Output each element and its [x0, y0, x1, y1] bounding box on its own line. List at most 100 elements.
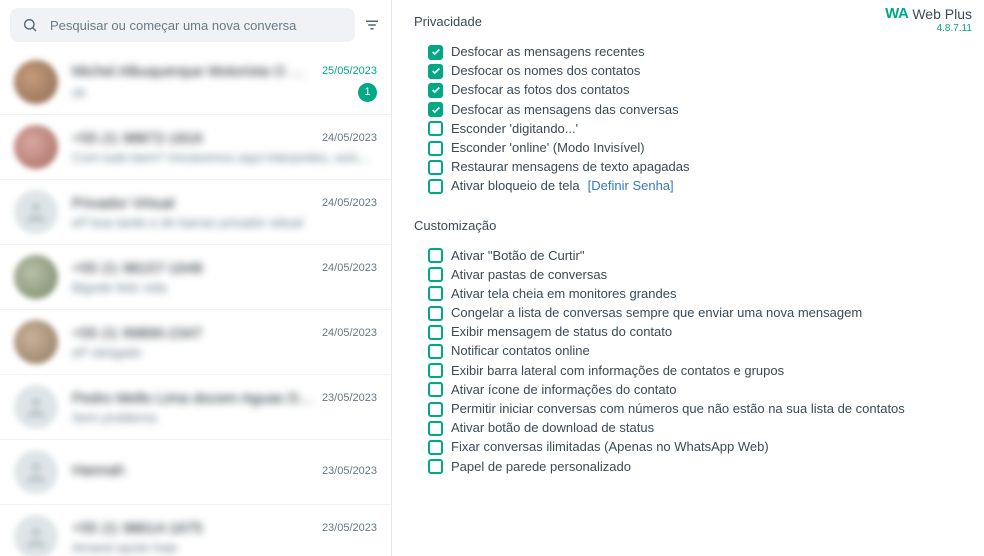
- option-label: Esconder 'online' (Modo Invisível): [451, 139, 645, 157]
- custom-option: Ativar botão de download de status: [428, 419, 962, 437]
- chat-name: Pedro Mello Lima docem Aguas Do Rio: [72, 390, 314, 407]
- chat-name: Privador Virtual: [72, 195, 174, 212]
- custom-option: Permitir iniciar conversas com números q…: [428, 400, 962, 418]
- privacy-title: Privacidade: [414, 14, 962, 29]
- checkbox[interactable]: [428, 83, 443, 98]
- search-box[interactable]: [10, 8, 355, 42]
- option-label: Notificar contatos online: [451, 342, 590, 360]
- option-label: Congelar a lista de conversas sempre que…: [451, 304, 862, 322]
- checkbox[interactable]: [428, 179, 443, 194]
- checkbox[interactable]: [428, 102, 443, 117]
- chat-body: +55 21 98872-1816 24/05/2023 Com tudo bem?…: [72, 130, 377, 165]
- privacy-option: Desfocar as mensagens recentes: [428, 43, 962, 61]
- option-label: Ativar "Botão de Curtir": [451, 247, 585, 265]
- checkbox[interactable]: [428, 363, 443, 378]
- chat-item[interactable]: +55 21 98157-164824/05/2023Bigode feliz …: [0, 245, 391, 310]
- chat-date: 23/05/2023: [322, 465, 377, 477]
- checkbox[interactable]: [428, 344, 443, 359]
- option-label: Fixar conversas ilimitadas (Apenas no Wh…: [451, 438, 769, 456]
- chat-date: 25/05/2023: [322, 65, 377, 77]
- checkbox[interactable]: [428, 160, 443, 175]
- avatar: [14, 450, 58, 494]
- chat-item[interactable]: +55 21 98614-167523/05/2023Amand apoIe h…: [0, 505, 391, 556]
- chat-name: Michel Albuquerque Motorista O Globo: [72, 63, 314, 80]
- checkbox[interactable]: [428, 325, 443, 340]
- privacy-option: Restaurar mensagens de texto apagadas: [428, 158, 962, 176]
- chat-body: +55 21 98614-167523/05/2023Amand apoIe h…: [72, 520, 377, 555]
- checkbox[interactable]: [428, 64, 443, 79]
- custom-option: Papel de parede personalizado: [428, 458, 962, 476]
- custom-title: Customização: [414, 218, 962, 233]
- search-row: [0, 0, 391, 50]
- chat-name: +55 21 98872-1816: [72, 130, 203, 147]
- checkbox[interactable]: [428, 286, 443, 301]
- filter-icon[interactable]: [363, 16, 381, 34]
- custom-option: Ativar pastas de conversas: [428, 266, 962, 284]
- chat-body: Privador Virtual 24/05/2023 eP boa tarde e…: [72, 195, 377, 230]
- chat-item[interactable]: Pedro Mello Lima docem Aguas Do Rio 23/05…: [0, 375, 391, 440]
- chat-message: eP boa tarde e de barras privador witual: [72, 215, 303, 230]
- privacy-option: Desfocar as mensagens das conversas: [428, 101, 962, 119]
- privacy-option: Esconder 'online' (Modo Invisível): [428, 139, 962, 157]
- chat-date: 24/05/2023: [322, 327, 377, 339]
- checkbox[interactable]: [428, 306, 443, 321]
- option-link[interactable]: [Definir Senha]: [588, 177, 674, 195]
- chat-item[interactable]: Michel Albuquerque Motorista O Globo 25/0…: [0, 50, 391, 115]
- chat-date: 23/05/2023: [322, 392, 377, 404]
- chat-message: Bigode feliz vida: [72, 280, 167, 295]
- option-label: Ativar tela cheia em monitores grandes: [451, 285, 676, 303]
- chat-message: Sem problema: [72, 410, 157, 425]
- chat-date: 24/05/2023: [322, 132, 377, 144]
- custom-option: Fixar conversas ilimitadas (Apenas no Wh…: [428, 438, 962, 456]
- checkbox[interactable]: [428, 141, 443, 156]
- option-label: Desfocar as mensagens recentes: [451, 43, 645, 61]
- custom-option: Exibir mensagem de status do contato: [428, 323, 962, 341]
- chat-date: 24/05/2023: [322, 197, 377, 209]
- checkbox[interactable]: [428, 121, 443, 136]
- chat-message: Com tudo bem? Iniciaremos aqui interpret…: [72, 150, 377, 165]
- avatar: [14, 125, 58, 169]
- chat-body: Michel Albuquerque Motorista O Globo 25/0…: [72, 63, 377, 102]
- chat-body: Hannah23/05/2023: [72, 462, 377, 482]
- privacy-option: Ativar bloqueio de tela [Definir Senha]: [428, 177, 962, 195]
- chat-list: Michel Albuquerque Motorista O Globo 25/0…: [0, 50, 391, 556]
- avatar: [14, 515, 58, 556]
- checkbox[interactable]: [428, 267, 443, 282]
- custom-option: Exibir barra lateral com informações de …: [428, 362, 962, 380]
- privacy-option: Desfocar as fotos dos contatos: [428, 81, 962, 99]
- chat-item[interactable]: +55 21 98872-1816 24/05/2023 Com tudo bem?…: [0, 115, 391, 180]
- chat-item[interactable]: +55 21 99890-234724/05/2023eP obrigado: [0, 310, 391, 375]
- checkbox[interactable]: [428, 421, 443, 436]
- avatar: [14, 320, 58, 364]
- unread-badge: 1: [358, 83, 377, 102]
- avatar: [14, 255, 58, 299]
- checkbox[interactable]: [428, 459, 443, 474]
- checkbox[interactable]: [428, 402, 443, 417]
- custom-option: Ativar ícone de informações do contato: [428, 381, 962, 399]
- option-label: Ativar botão de download de status: [451, 419, 654, 437]
- checkbox[interactable]: [428, 45, 443, 60]
- checkbox[interactable]: [428, 248, 443, 263]
- avatar: [14, 60, 58, 104]
- privacy-option: Esconder 'digitando...': [428, 120, 962, 138]
- option-label: Ativar bloqueio de tela: [451, 177, 580, 195]
- chat-body: +55 21 98157-164824/05/2023Bigode feliz …: [72, 260, 377, 295]
- chat-message: ok: [72, 85, 86, 100]
- brand-logo-text: WA: [885, 6, 908, 23]
- custom-option: Ativar "Botão de Curtir": [428, 247, 962, 265]
- chat-name: +55 21 98614-1675: [72, 520, 203, 537]
- avatar: [14, 190, 58, 234]
- option-label: Permitir iniciar conversas com números q…: [451, 400, 905, 418]
- chat-item[interactable]: Hannah23/05/2023: [0, 440, 391, 505]
- privacy-option: Desfocar os nomes dos contatos: [428, 62, 962, 80]
- checkbox[interactable]: [428, 382, 443, 397]
- checkbox[interactable]: [428, 440, 443, 455]
- chat-item[interactable]: Privador Virtual 24/05/2023 eP boa tarde e…: [0, 180, 391, 245]
- option-label: Ativar ícone de informações do contato: [451, 381, 676, 399]
- chat-date: 23/05/2023: [322, 522, 377, 534]
- option-label: Desfocar as mensagens das conversas: [451, 101, 679, 119]
- chat-date: 24/05/2023: [322, 262, 377, 274]
- search-input[interactable]: [50, 18, 343, 33]
- custom-option: Congelar a lista de conversas sempre que…: [428, 304, 962, 322]
- option-label: Exibir mensagem de status do contato: [451, 323, 672, 341]
